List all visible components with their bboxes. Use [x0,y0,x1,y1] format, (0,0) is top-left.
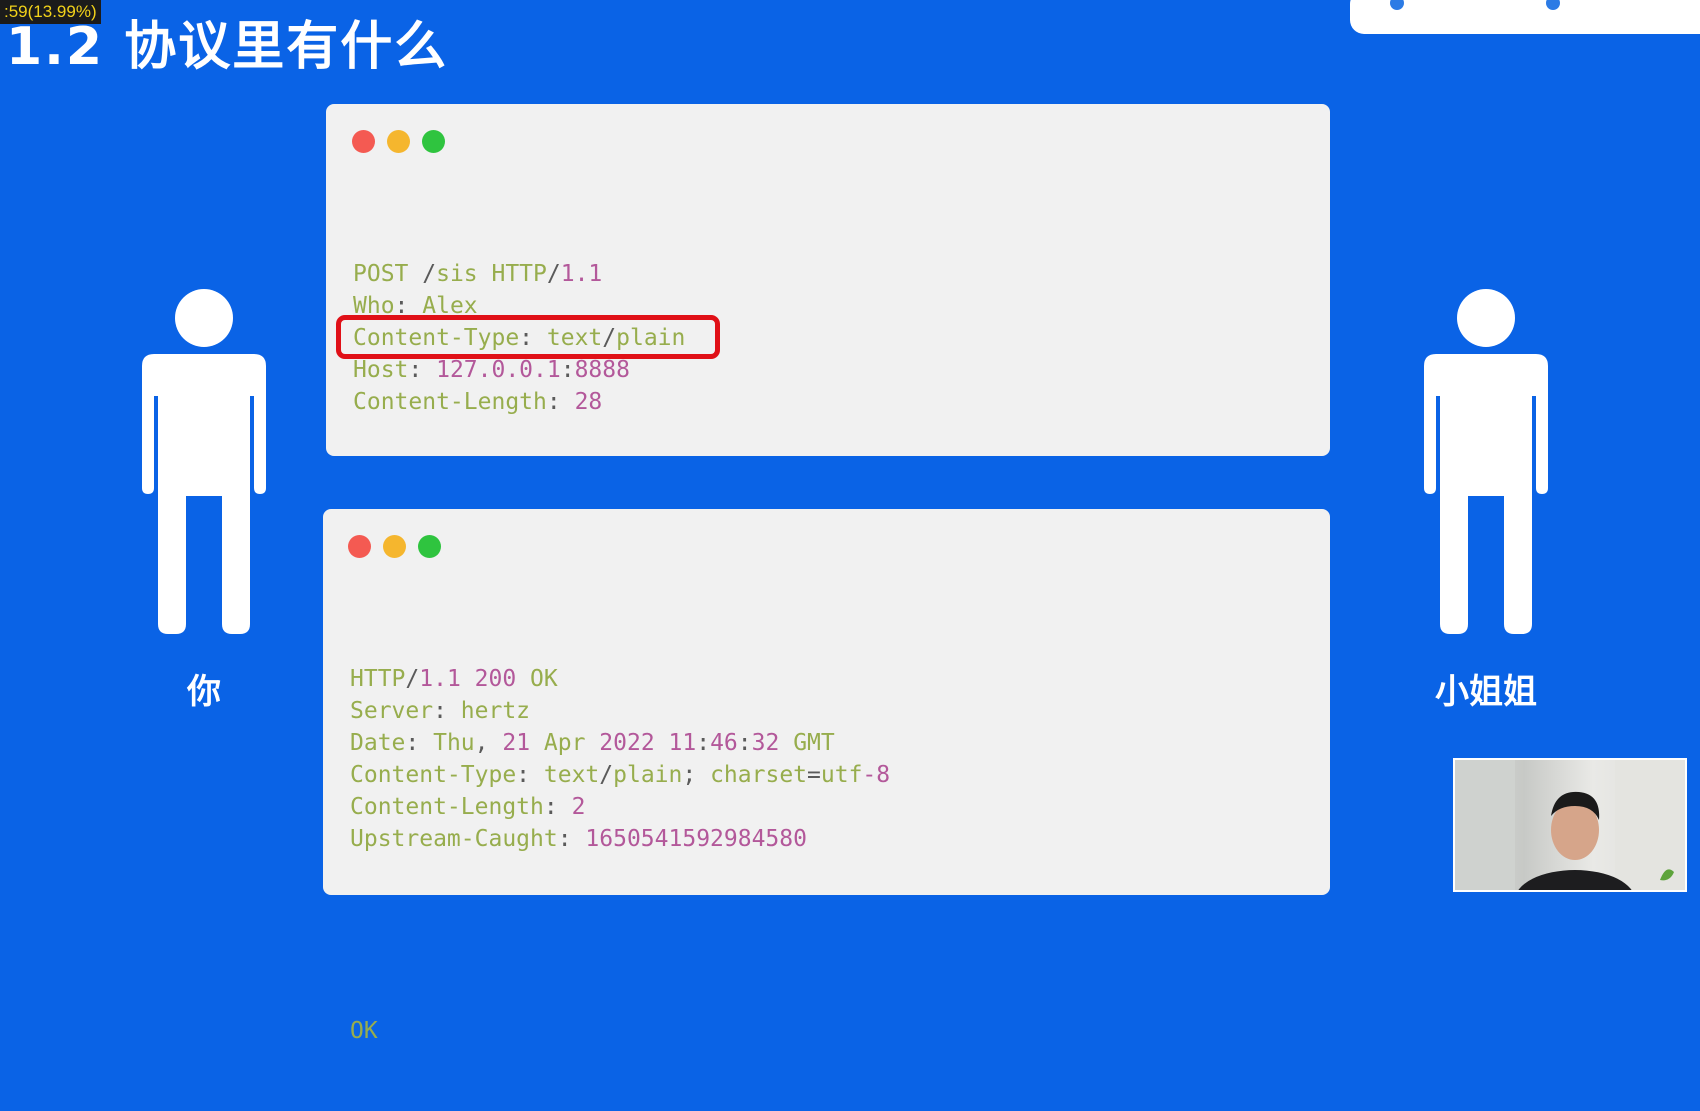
top-right-badge [1350,0,1700,34]
badge-logo-icon [1546,0,1560,10]
person-left-label: 你 [187,672,221,712]
response-header-line: Server: hertz [350,698,531,724]
minimize-dot-icon [383,535,406,558]
response-body-line: OK [350,1018,378,1044]
presenter-image [1455,760,1685,890]
http-response-card: HTTP/1.1 200 OK Server: hertz Date: Thu, 2… [323,509,1330,1044]
close-dot-icon [348,535,371,558]
http-request-card: POST /sis HTTP/1.1 Who: Alex Content-Type:… [326,104,1330,607]
window-controls [352,130,445,153]
close-dot-icon [352,130,375,153]
response-header-line: Date: Thu, 21 Apr 2022 11:46:32 GMT [350,730,835,756]
content-length-highlight [336,315,720,359]
maximize-dot-icon [418,535,441,558]
response-code: HTTP/1.1 200 OK Server: hertz Date: Thu, 2… [350,599,890,1111]
maximize-dot-icon [422,130,445,153]
presenter-webcam [1453,758,1687,892]
person-right [1422,288,1550,635]
person-left [140,288,268,635]
person-right-label: 小姐姐 [1435,672,1537,712]
minimize-dot-icon [387,130,410,153]
badge-logo-icon [1390,0,1404,10]
response-header-line: Upstream-Caught: 1650541592984580 [350,826,807,852]
response-header-line: Content-Type: text/plain; charset=utf-8 [350,762,891,788]
window-controls [348,535,441,558]
person-icon [142,289,266,634]
response-header-line: Content-Length: 2 [350,794,586,820]
request-header-line: POST /sis HTTP/1.1 [353,261,603,287]
request-header-line: Content-Length: 28 [353,389,603,415]
response-header-line: HTTP/1.1 200 OK [350,666,558,692]
person-icon [1424,289,1548,634]
slide-title: 1.2 协议里有什么 [6,17,449,77]
